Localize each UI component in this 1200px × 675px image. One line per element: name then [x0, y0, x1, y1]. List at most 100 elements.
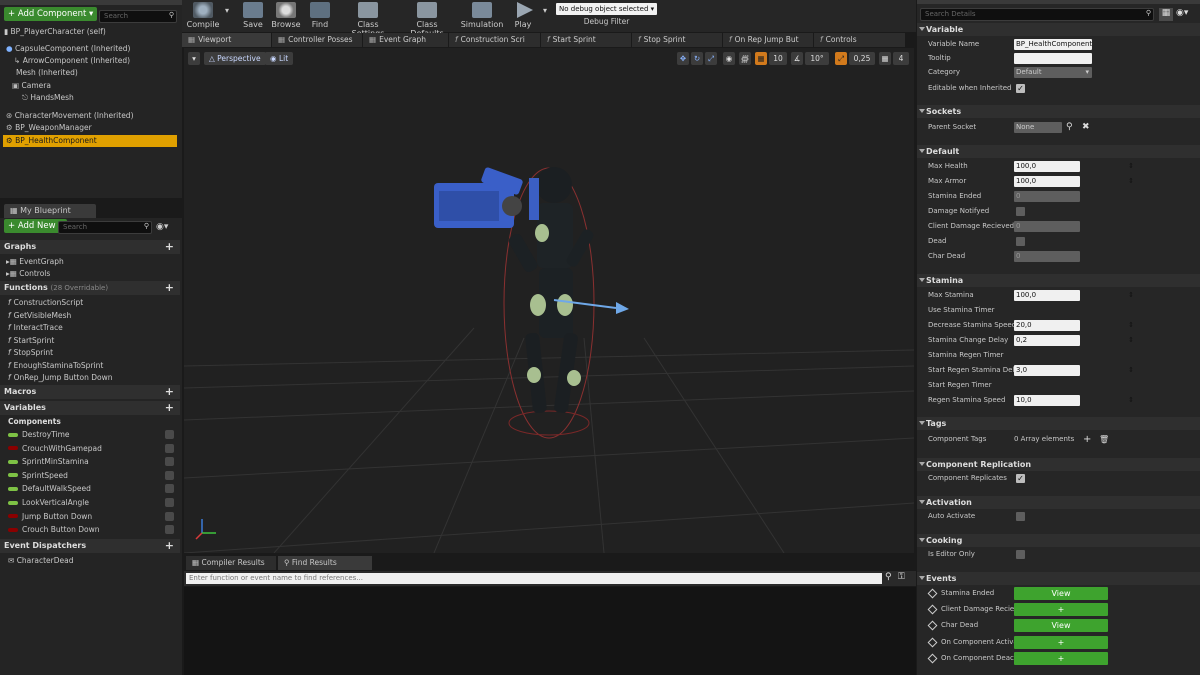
category-select[interactable]: Default ▾: [1014, 67, 1092, 78]
tab-my-blueprint[interactable]: ▦ My Blueprint: [4, 204, 96, 218]
spin-arrows-icon[interactable]: ⇕: [1128, 333, 1134, 348]
section-variable[interactable]: Variable: [917, 23, 1200, 36]
add-component-label[interactable]: + Add Component ▾: [4, 7, 98, 21]
find-references-input[interactable]: Enter function or event name to find ref…: [186, 573, 882, 584]
visibility-eye-icon[interactable]: [165, 430, 174, 439]
rotation-snap-icon[interactable]: ∡: [791, 52, 803, 65]
viewport[interactable]: ▾ △ Perspective ◉ Lit ✥ ↻ ⤢ ◉ ∰ ▦ 10 ∡ 1…: [184, 48, 914, 553]
scale-snap-icon[interactable]: ⤢: [835, 52, 847, 65]
trash-icon[interactable]: 🗑: [1099, 432, 1109, 447]
component-item-camera[interactable]: ▣ Camera: [0, 80, 180, 92]
function-item[interactable]: f StopSprint: [0, 346, 180, 359]
components-search-input[interactable]: Search ⚲: [99, 10, 177, 23]
surface-snap-icon[interactable]: ∰: [739, 52, 751, 65]
play-button[interactable]: Play: [508, 0, 538, 32]
section-macros[interactable]: Macros +: [0, 385, 180, 399]
event-button[interactable]: View: [1014, 587, 1108, 600]
spin-arrows-icon[interactable]: ⇕: [1128, 393, 1134, 408]
variable-name-input[interactable]: BP_HealthComponent: [1014, 39, 1092, 50]
find-button[interactable]: Find: [306, 0, 334, 32]
event-button[interactable]: +: [1014, 651, 1108, 665]
add-component-button[interactable]: + Add Component ▾: [4, 7, 98, 21]
class-defaults-button[interactable]: Class Defaults: [400, 0, 454, 38]
variable-item[interactable]: Crouch Button Down: [0, 523, 180, 536]
property-checkbox[interactable]: [1016, 237, 1025, 246]
doc-tab[interactable]: f Construction Scri: [449, 33, 541, 47]
compile-button[interactable]: Compile: [184, 0, 222, 32]
section-event-dispatchers[interactable]: Event Dispatchers +: [0, 539, 180, 553]
section-component-replication[interactable]: Component Replication: [917, 458, 1200, 471]
event-button[interactable]: +: [1014, 603, 1108, 617]
section-graphs[interactable]: Graphs +: [0, 240, 180, 254]
tab-find-results[interactable]: ⚲ Find Results: [278, 556, 372, 570]
add-variable-icon[interactable]: +: [165, 401, 174, 415]
class-settings-button[interactable]: Class Settings: [340, 0, 396, 38]
spin-arrows-icon[interactable]: ⇕: [1128, 363, 1134, 378]
variable-item[interactable]: LookVerticalAngle: [0, 496, 180, 509]
spin-arrows-icon[interactable]: ⇕: [1128, 318, 1134, 333]
function-item[interactable]: f InteractTrace: [0, 321, 180, 334]
is-editor-only-checkbox[interactable]: [1016, 550, 1025, 559]
scale-snap-value[interactable]: 0,25: [849, 52, 875, 65]
lit-button[interactable]: ◉ Lit: [265, 52, 294, 65]
component-item-mesh[interactable]: Mesh (Inherited): [0, 67, 180, 79]
details-search-input[interactable]: Search Details ⚲: [920, 8, 1154, 21]
number-input[interactable]: 20,0: [1014, 320, 1080, 331]
browse-button[interactable]: Browse: [270, 0, 302, 32]
doc-tab[interactable]: ▦ Event Graph: [363, 33, 449, 47]
doc-tab[interactable]: f Controls: [814, 33, 906, 47]
camera-speed-value[interactable]: 4: [893, 52, 909, 65]
section-sockets[interactable]: Sockets: [917, 105, 1200, 118]
search-icon[interactable]: ⚲: [1066, 120, 1073, 135]
graph-item-controls[interactable]: ▸▦ Controls: [0, 267, 180, 280]
variable-item[interactable]: DestroyTime: [0, 428, 180, 441]
section-events[interactable]: Events: [917, 572, 1200, 585]
viewport-options-dropdown[interactable]: ▾: [188, 52, 200, 65]
visibility-eye-icon[interactable]: [165, 498, 174, 507]
number-input[interactable]: 3,0: [1014, 365, 1080, 376]
component-item-self[interactable]: ▮ BP_PlayerCharacter (self): [0, 26, 180, 38]
camera-speed-icon[interactable]: ▦: [879, 52, 891, 65]
auto-activate-checkbox[interactable]: [1016, 512, 1025, 521]
function-item[interactable]: f ConstructionScript: [0, 296, 180, 309]
add-dispatcher-icon[interactable]: +: [165, 539, 174, 553]
property-checkbox[interactable]: [1016, 207, 1025, 216]
component-item-arrow[interactable]: ↳ ArrowComponent (Inherited): [0, 55, 180, 67]
clear-icon[interactable]: ✖: [1082, 120, 1090, 135]
doc-tab[interactable]: f Stop Sprint: [632, 33, 723, 47]
dispatcher-item-characterdead[interactable]: ✉ CharacterDead: [0, 554, 180, 567]
number-input[interactable]: 0,2: [1014, 335, 1080, 346]
section-activation[interactable]: Activation: [917, 496, 1200, 509]
variable-item[interactable]: Jump Button Down: [0, 510, 180, 523]
variable-item[interactable]: SprintMinStamina: [0, 455, 180, 468]
spin-arrows-icon[interactable]: ⇕: [1128, 174, 1134, 189]
variable-item[interactable]: SprintSpeed: [0, 469, 180, 482]
tab-compiler-results[interactable]: ▦ Compiler Results: [186, 556, 276, 570]
grid-snap-icon[interactable]: ▦: [755, 52, 767, 65]
add-function-icon[interactable]: +: [165, 281, 174, 295]
component-replicates-checkbox[interactable]: ✓: [1016, 474, 1025, 483]
component-item-healthcomponent[interactable]: ⚙ BP_HealthComponent: [3, 135, 177, 147]
doc-tab[interactable]: ▦ Viewport: [182, 33, 272, 47]
search-icon[interactable]: ⚲: [885, 572, 892, 582]
component-item-handsmesh[interactable]: ⎋ HandsMesh: [0, 92, 180, 104]
save-button[interactable]: Save: [238, 0, 268, 32]
binoculars-icon[interactable]: ⚿: [898, 572, 905, 582]
number-input[interactable]: 100,0: [1014, 290, 1080, 301]
section-default[interactable]: Default: [917, 145, 1200, 158]
function-item[interactable]: f GetVisibleMesh: [0, 309, 180, 322]
visibility-eye-icon[interactable]: [165, 443, 174, 453]
section-cooking[interactable]: Cooking: [917, 534, 1200, 547]
debug-object-select[interactable]: No debug object selected ▾: [556, 3, 657, 15]
section-variables[interactable]: Variables +: [0, 401, 180, 415]
grid-snap-value[interactable]: 10: [769, 52, 787, 65]
parent-socket-input[interactable]: None: [1014, 122, 1062, 133]
rotation-snap-value[interactable]: 10°: [805, 52, 829, 65]
add-graph-icon[interactable]: +: [165, 240, 174, 254]
variable-category-components[interactable]: Components: [0, 415, 180, 428]
number-input[interactable]: 100,0: [1014, 176, 1080, 187]
function-item[interactable]: f EnoughStaminaToSprint: [0, 359, 180, 372]
visibility-eye-icon[interactable]: [165, 511, 174, 521]
play-dropdown[interactable]: ▾: [540, 0, 550, 32]
component-item-charmovement[interactable]: ⊛ CharacterMovement (Inherited): [0, 110, 180, 122]
